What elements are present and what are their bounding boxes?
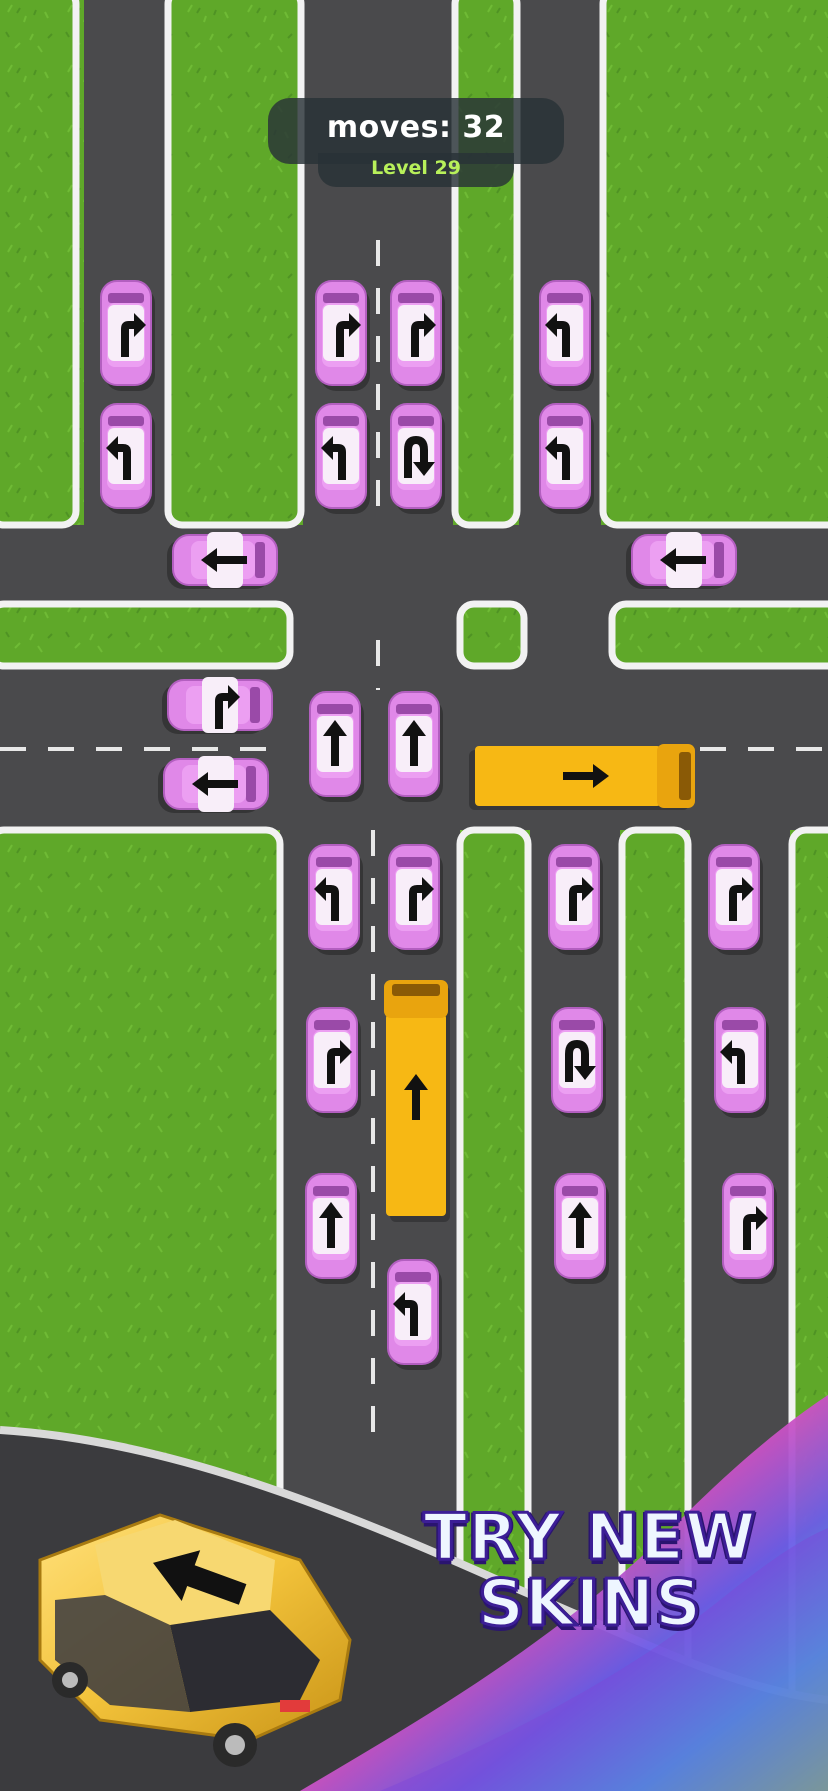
- turn-right-arrow-icon: [396, 869, 434, 925]
- u-turn-arrow-icon: [398, 428, 435, 484]
- car-vehicle[interactable]: [315, 280, 370, 391]
- car-vehicle[interactable]: [626, 532, 737, 589]
- turn-right-arrow-icon: [202, 677, 240, 733]
- car-vehicle[interactable]: [388, 844, 443, 955]
- truck-vehicle[interactable]: [469, 744, 695, 810]
- turn-left-arrow-icon: [720, 1032, 758, 1088]
- car-vehicle[interactable]: [158, 756, 269, 813]
- car-vehicle[interactable]: [388, 691, 443, 802]
- up-arrow-icon: [313, 1198, 349, 1254]
- car-vehicle[interactable]: [100, 280, 155, 391]
- u-turn-arrow-icon: [559, 1032, 596, 1088]
- car-vehicle[interactable]: [554, 1173, 609, 1284]
- car-vehicle[interactable]: [548, 844, 603, 955]
- car-vehicle[interactable]: [390, 280, 445, 391]
- car-vehicle[interactable]: [714, 1007, 769, 1118]
- car-vehicle[interactable]: [308, 844, 363, 955]
- left-arrow-icon: [660, 532, 706, 588]
- car-vehicle[interactable]: [539, 403, 594, 514]
- turn-right-arrow-icon: [314, 1032, 352, 1088]
- car-vehicle[interactable]: [315, 403, 370, 514]
- turn-left-arrow-icon: [106, 428, 144, 484]
- turn-left-arrow-icon: [393, 1284, 431, 1340]
- car-vehicle[interactable]: [539, 280, 594, 391]
- turn-right-arrow-icon: [716, 869, 754, 925]
- game-screen: moves: 32 Level 29 TRY NEW SKINS: [0, 0, 828, 1791]
- turn-right-arrow-icon: [108, 305, 146, 361]
- car-vehicle[interactable]: [387, 1259, 442, 1370]
- up-arrow-icon: [396, 716, 432, 772]
- car-vehicle[interactable]: [167, 532, 278, 589]
- turn-right-arrow-icon: [323, 305, 361, 361]
- promo-line-2: SKINS: [476, 1567, 703, 1641]
- turn-left-arrow-icon: [321, 428, 359, 484]
- level-label: Level 29: [371, 157, 461, 179]
- turn-left-arrow-icon: [545, 428, 583, 484]
- promo-text[interactable]: TRY NEW SKINS: [390, 1501, 790, 1641]
- turn-right-arrow-icon: [556, 869, 594, 925]
- turn-right-arrow-icon: [730, 1198, 768, 1254]
- car-vehicle[interactable]: [306, 1007, 361, 1118]
- car-vehicle[interactable]: [100, 403, 155, 514]
- car-vehicle[interactable]: [162, 677, 273, 734]
- promo-line-1: TRY NEW: [422, 1501, 757, 1575]
- car-vehicle[interactable]: [722, 1173, 777, 1284]
- car-vehicle[interactable]: [305, 1173, 360, 1284]
- level-badge: Level 29: [318, 153, 514, 187]
- turn-left-arrow-icon: [545, 305, 583, 361]
- car-vehicle[interactable]: [708, 844, 763, 955]
- car-vehicle[interactable]: [551, 1007, 606, 1118]
- up-arrow-icon: [562, 1198, 598, 1254]
- turn-right-arrow-icon: [398, 305, 436, 361]
- turn-left-arrow-icon: [314, 869, 352, 925]
- truck-vehicle[interactable]: [384, 980, 450, 1222]
- car-vehicle[interactable]: [309, 691, 364, 802]
- left-arrow-icon: [192, 756, 238, 812]
- up-arrow-icon: [317, 716, 353, 772]
- car-vehicle[interactable]: [390, 403, 445, 514]
- left-arrow-icon: [201, 532, 247, 588]
- moves-label: moves: 32: [326, 110, 506, 145]
